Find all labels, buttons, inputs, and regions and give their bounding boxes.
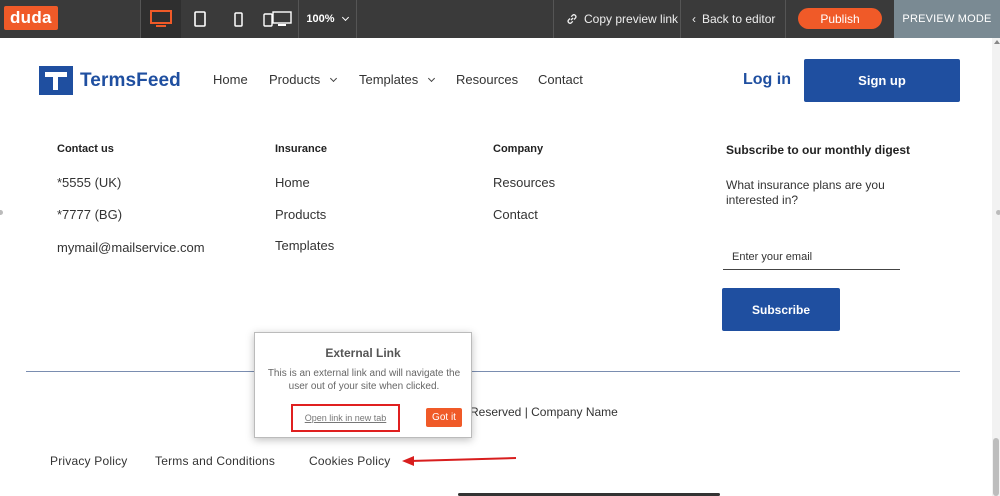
scroll-up-icon[interactable] [994, 40, 1000, 44]
external-link-popup: External Link This is an external link a… [254, 332, 472, 438]
copyright-text: Reserved | Company Name [470, 405, 618, 419]
devices-icon [263, 11, 292, 27]
link-icon [567, 14, 577, 24]
toolbar-divider [680, 0, 681, 38]
insurance-heading: Insurance [275, 143, 327, 155]
got-it-button[interactable]: Got it [426, 408, 462, 427]
brand-mark-icon [39, 66, 73, 95]
nav-templates[interactable]: Templates [359, 72, 436, 87]
company-heading: Company [493, 143, 544, 155]
privacy-policy-link[interactable]: Privacy Policy [50, 454, 127, 468]
nav-products[interactable]: Products [269, 72, 338, 87]
open-link-new-tab[interactable]: Open link in new tab [291, 404, 400, 432]
contact-phone-bg: *7777 (BG) [57, 207, 123, 222]
tablet-view-button[interactable] [182, 0, 218, 38]
footer-link-resources[interactable]: Resources [493, 175, 555, 190]
nav-products-label: Products [269, 72, 321, 87]
nav-home-label: Home [213, 72, 248, 87]
subscribe-button[interactable]: Subscribe [722, 288, 840, 331]
scrollbar-track[interactable] [992, 38, 1000, 496]
toolbar-divider [553, 0, 554, 38]
back-to-editor-button[interactable]: ‹ Back to editor [692, 0, 775, 38]
subscribe-text: What insurance plans are you interested … [726, 178, 885, 207]
signup-button[interactable]: Sign up [804, 59, 960, 102]
preview-mode-label: PREVIEW MODE [894, 0, 1000, 38]
cookies-policy-link[interactable]: Cookies Policy [309, 454, 391, 468]
editor-toolbar: duda 100% Copy preview link ‹ Back to ed… [0, 0, 1000, 38]
subscribe-heading: Subscribe to our monthly digest [726, 143, 911, 157]
nav-contact[interactable]: Contact [538, 72, 583, 87]
mobile-icon [233, 11, 243, 27]
contact-email[interactable]: mymail@mailservice.com [57, 240, 205, 255]
zoom-value: 100% [306, 13, 335, 25]
popup-title: External Link [325, 346, 401, 360]
chevron-down-icon [428, 74, 436, 82]
login-link[interactable]: Log in [743, 71, 791, 89]
toolbar-divider [356, 0, 357, 38]
chevron-down-icon [330, 74, 338, 82]
terms-conditions-link[interactable]: Terms and Conditions [155, 454, 275, 468]
footer-link-templates[interactable]: Templates [275, 238, 334, 253]
desktop-icon [150, 10, 172, 27]
nav-resources-label: Resources [456, 72, 519, 87]
email-input[interactable]: Enter your email [723, 247, 900, 270]
popup-body: This is an external link and will naviga… [267, 368, 461, 392]
nav-templates-label: Templates [359, 72, 419, 87]
termsfeed-logo[interactable]: TermsFeed [39, 66, 181, 95]
annotation-arrow [402, 456, 517, 466]
mobile-view-button[interactable] [220, 0, 256, 38]
resize-handle-left[interactable] [0, 210, 3, 215]
toolbar-divider [785, 0, 786, 38]
contact-phone-uk: *5555 (UK) [57, 175, 122, 190]
contact-heading: Contact us [57, 143, 114, 155]
footer-divider [26, 371, 960, 372]
chevron-down-icon [341, 13, 349, 22]
duda-logo: duda [4, 6, 58, 30]
nav-home[interactable]: Home [213, 72, 248, 87]
nav-contact-label: Contact [538, 72, 583, 87]
back-to-editor-label: Back to editor [702, 12, 776, 26]
all-devices-button[interactable] [258, 0, 298, 38]
scrollbar-thumb[interactable] [993, 438, 999, 496]
copy-preview-link-button[interactable]: Copy preview link [566, 0, 678, 38]
chevron-left-icon: ‹ [692, 12, 696, 26]
publish-button[interactable]: Publish [798, 8, 882, 29]
footer-link-home[interactable]: Home [275, 175, 310, 190]
footer-link-products[interactable]: Products [275, 207, 326, 222]
copy-preview-label: Copy preview link [584, 12, 679, 26]
brand-name: TermsFeed [80, 69, 181, 91]
zoom-select[interactable]: 100% [298, 0, 356, 38]
tablet-icon [194, 11, 206, 27]
footer-link-contact[interactable]: Contact [493, 207, 538, 222]
nav-resources[interactable]: Resources [456, 72, 518, 87]
desktop-view-button[interactable] [141, 0, 181, 38]
resize-handle-right[interactable] [996, 210, 1000, 215]
